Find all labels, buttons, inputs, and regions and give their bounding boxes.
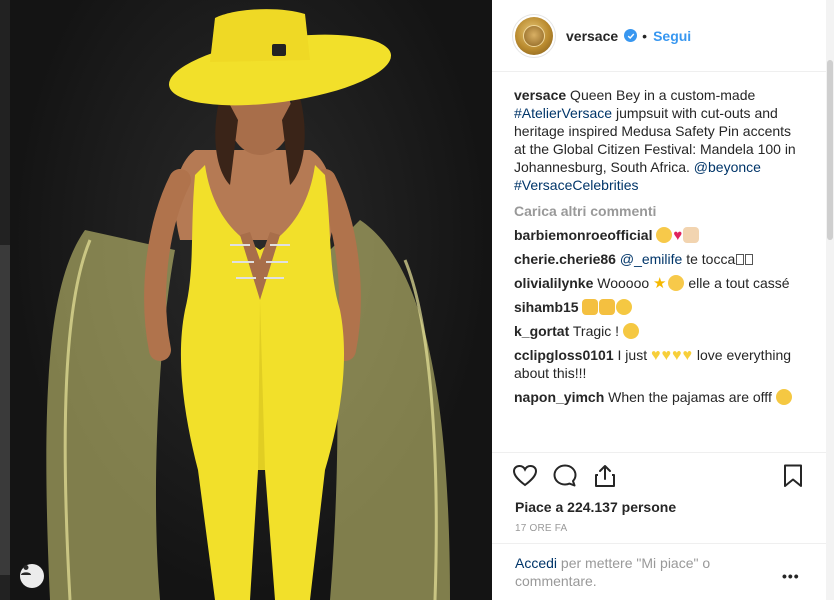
star-emoji-icon: ★ (653, 275, 667, 292)
unsupported-glyph-icon (745, 254, 754, 265)
comment-username[interactable]: napon_yimch (514, 389, 604, 405)
caption-username[interactable]: versace (514, 87, 566, 103)
comment-username[interactable]: k_gortat (514, 323, 569, 339)
comment-item: k_gortat Tragic ! (514, 322, 804, 340)
yellow-heart-emoji-icon: ♥ (671, 347, 682, 364)
login-prompt-text: Accedi per mettere "Mi piace" o commenta… (515, 554, 755, 590)
heart-eyes-emoji-icon (656, 227, 673, 243)
heart-icon[interactable] (512, 463, 540, 491)
post-actions: Piace a 224.137 persone 17 ORE FA Accedi… (492, 452, 826, 600)
previous-post-edge (0, 0, 10, 600)
user-tag-icon[interactable] (20, 564, 44, 588)
scrollbar-thumb[interactable] (827, 60, 833, 240)
action-bar (512, 463, 812, 493)
heart-eyes-emoji-icon (667, 275, 684, 291)
verified-badge-icon (624, 29, 638, 42)
post-photo (10, 0, 492, 600)
comment-text: I just (613, 347, 651, 363)
scrollbar[interactable] (826, 0, 834, 600)
yellow-heart-emoji-icon: ♥ (661, 347, 671, 364)
mention-beyonce[interactable]: @beyonce (694, 159, 761, 175)
comment-text: elle a tout cassé (684, 275, 790, 291)
caption-text-1: Queen Bey in a custom-made (566, 87, 756, 103)
tears-of-joy-emoji-icon (622, 323, 639, 339)
separator-dot: • (642, 27, 648, 44)
bookmark-icon[interactable] (780, 463, 808, 491)
tears-of-joy-emoji-icon (616, 299, 633, 315)
grinning-sweat-emoji-icon (775, 389, 792, 405)
comment-bubble-icon[interactable] (552, 463, 580, 491)
caption: versace Queen Bey in a custom-made #Atel… (514, 86, 804, 194)
load-more-comments-button[interactable]: Carica altri commenti (514, 202, 804, 220)
post-header: versace • Segui (492, 0, 826, 72)
mention-emilife[interactable]: @_emilife (620, 251, 682, 267)
red-heart-emoji-icon: ♥ (673, 227, 683, 244)
avatar[interactable] (512, 13, 556, 58)
hashtag-versacecelebrities[interactable]: #VersaceCelebrities (514, 177, 639, 193)
more-options-button[interactable]: ••• (782, 568, 800, 584)
login-link[interactable]: Accedi (515, 555, 557, 571)
comment-text: te tocca (682, 251, 736, 267)
thumbs-down-emoji-icon (599, 299, 616, 315)
follow-button[interactable]: Segui (653, 28, 691, 44)
comment-text: Wooooo (593, 275, 654, 291)
comment-username[interactable]: olivialilynke (514, 275, 593, 291)
comment-item: olivialilynke Wooooo ★ elle a tout cassé (514, 274, 804, 292)
yellow-heart-emoji-icon: ♥ (682, 347, 692, 364)
comment-text: Tragic ! (569, 323, 623, 339)
comment-item: cherie.cherie86 @_emilife te tocca (514, 250, 804, 268)
comment-item: napon_yimch When the pajamas are offf (514, 388, 804, 406)
comment-username[interactable]: sihamb15 (514, 299, 579, 315)
comment-item: barbiemonroeofficial ♥ (514, 226, 804, 244)
share-icon[interactable] (592, 463, 620, 491)
login-prompt: Accedi per mettere "Mi piace" o commenta… (492, 543, 826, 600)
likes-count[interactable]: Piace a 224.137 persone (515, 499, 676, 515)
comment-item: sihamb15 (514, 298, 804, 316)
comment-text: When the pajamas are offf (604, 389, 776, 405)
comment-username[interactable]: cherie.cherie86 (514, 251, 616, 267)
comment-item: cclipgloss0101 I just ♥♥♥♥ love everythi… (514, 346, 804, 382)
medusa-logo-icon (515, 16, 553, 55)
yellow-heart-emoji-icon: ♥ (650, 347, 661, 364)
comments-list: versace Queen Bey in a custom-made #Atel… (514, 86, 804, 406)
post-timestamp[interactable]: 17 ORE FA (515, 523, 567, 534)
photo-illustration (46, 9, 450, 600)
thumbs-down-emoji-icon (582, 299, 599, 315)
raised-hands-emoji-icon (683, 227, 700, 243)
post-username[interactable]: versace (566, 28, 618, 44)
post-sidebar: versace • Segui versace Queen Bey in a c… (492, 0, 826, 600)
hashtag-atelierversace[interactable]: #AtelierVersace (514, 105, 612, 121)
unsupported-glyph-icon (736, 254, 745, 265)
comment-username[interactable]: cclipgloss0101 (514, 347, 614, 363)
comment-username[interactable]: barbiemonroeofficial (514, 227, 652, 243)
